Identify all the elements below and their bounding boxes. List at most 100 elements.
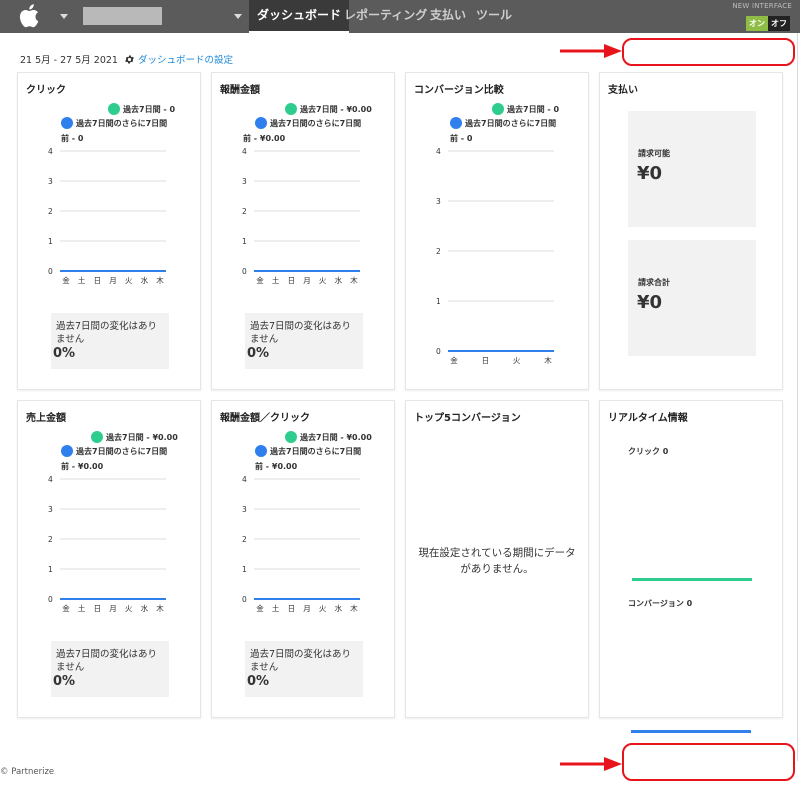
commission-change-box: 過去7日間の変化はありません 0% [245, 313, 363, 369]
total-box: 請求合計 ¥0 [628, 240, 756, 356]
y-tick-label: 3 [48, 505, 53, 514]
x-tick-label: 火 [513, 356, 521, 365]
page-right-border [797, 33, 798, 761]
y-tick-label: 0 [436, 347, 441, 356]
legend-previous-label: 過去7日間のさらに7日間 [76, 118, 168, 128]
green-dot-icon [108, 103, 120, 115]
legend-current-label: 過去7日間 - ¥0.00 [106, 432, 178, 442]
x-tick-label: 木 [156, 603, 164, 613]
blue-dot-icon [61, 117, 73, 129]
x-tick-label: 日 [94, 276, 102, 285]
new-interface-toggle[interactable]: オン オフ [746, 16, 790, 31]
legend-previous: 過去7日間のさらに7日間 [255, 445, 361, 457]
apple-logo-icon[interactable] [16, 3, 44, 29]
card-title: トップ5コンバージョン [414, 413, 521, 424]
y-tick-label: 1 [48, 565, 53, 574]
x-tick-label: 日 [94, 604, 102, 613]
y-tick-label: 2 [48, 535, 53, 544]
x-tick-label: 土 [272, 275, 280, 285]
y-tick-label: 3 [436, 197, 441, 206]
y-tick-label: 3 [242, 505, 247, 514]
y-tick-label: 0 [48, 595, 53, 604]
y-tick-label: 0 [48, 267, 53, 276]
x-tick-label: 火 [125, 276, 133, 285]
new-interface-label: NEW INTERFACE [732, 2, 792, 10]
dashboard-settings-link[interactable]: ダッシュボードの設定 [138, 52, 233, 66]
x-tick-label: 水 [141, 603, 149, 613]
x-tick-label: 土 [78, 275, 86, 285]
card-title: 売上金額 [26, 413, 66, 424]
x-tick-label: 木 [350, 603, 358, 613]
change-text: 過去7日間の変化はありません [250, 321, 352, 345]
y-tick-label: 1 [242, 565, 247, 574]
legend-previous-value: 前 - 0 [450, 134, 473, 143]
annotation-frame-bottom [622, 743, 795, 781]
gear-icon[interactable] [124, 54, 135, 65]
account-selector[interactable] [83, 7, 162, 25]
tab-payments[interactable]: 支払い [430, 0, 466, 33]
toggle-off[interactable]: オフ [768, 16, 790, 31]
account-chevron-down-icon[interactable] [234, 14, 242, 19]
y-tick-label: 4 [436, 147, 441, 156]
green-dot-icon [492, 103, 504, 115]
legend-current-label: 過去7日間 - 0 [507, 104, 560, 114]
blue-dot-icon [255, 445, 267, 457]
legend-previous: 過去7日間のさらに7日間 [255, 117, 361, 129]
top-nav-bar: ダッシュボード レポーティング 支払い ツール NEW INTERFACE オン… [0, 0, 800, 33]
x-tick-label: 日 [482, 356, 490, 365]
tab-tools[interactable]: ツール [476, 0, 512, 33]
y-tick-label: 0 [242, 267, 247, 276]
x-tick-label: 木 [544, 355, 552, 365]
y-tick-label: 1 [242, 237, 247, 246]
y-tick-label: 2 [436, 247, 441, 256]
footer-copyright: © Partnerize [0, 767, 55, 777]
x-tick-label: 金 [450, 355, 458, 365]
legend-previous-label: 過去7日間のさらに7日間 [270, 118, 362, 128]
y-tick-label: 3 [48, 177, 53, 186]
billable-box: 請求可能 ¥0 [628, 111, 756, 227]
tab-reporting[interactable]: レポーティング [344, 0, 427, 33]
payments-card: 支払い 請求可能 ¥0 請求合計 ¥0 [599, 72, 783, 390]
commission-per-click-change-box: 過去7日間の変化はありません 0% [245, 641, 363, 697]
tab-dashboard[interactable]: ダッシュボード [249, 0, 350, 33]
y-tick-label: 2 [242, 207, 247, 216]
change-percent: 0% [247, 346, 270, 361]
app-menu-chevron-down-icon[interactable] [60, 14, 68, 19]
date-range-row: 21 5月 - 27 5月 2021 ダッシュボードの設定 [20, 52, 233, 66]
commission-per-click-card: 報酬金額／クリック 過去7日間 - ¥0.00 過去7日間のさらに7日間 前 -… [211, 400, 395, 718]
x-tick-label: 月 [303, 604, 311, 613]
clicks-change-box: 過去7日間の変化はありません 0% [51, 313, 169, 369]
annotation-frame-top [622, 38, 795, 66]
legend-previous: 過去7日間のさらに7日間 [61, 445, 167, 457]
legend-previous-value: 前 - ¥0.00 [243, 134, 286, 143]
total-label: 請求合計 [638, 278, 670, 287]
billable-label: 請求可能 [638, 149, 670, 158]
change-text: 過去7日間の変化はありません [56, 649, 158, 673]
clicks-card: クリック 過去7日間 - 0 過去7日間のさらに7日間 前 - 0 4 3 2 1 0金… [17, 72, 201, 390]
blue-dot-icon [450, 117, 462, 129]
clicks-chart: 4 3 2 1 0金土日月火水木 [48, 147, 166, 285]
x-tick-label: 火 [319, 604, 327, 613]
conversion-compare-chart: 4 3 2 1 0金 日 火 木 [436, 147, 554, 365]
toggle-on[interactable]: オン [746, 16, 768, 31]
y-tick-label: 4 [48, 475, 53, 484]
commission-card: 報酬金額 過去7日間 - ¥0.00 過去7日間のさらに7日間 前 - ¥0.0… [211, 72, 395, 390]
x-tick-label: 土 [78, 603, 86, 613]
x-tick-label: 木 [350, 275, 358, 285]
legend-previous: 過去7日間のさらに7日間 [450, 117, 556, 129]
change-text: 過去7日間の変化はありません [56, 321, 158, 345]
date-range: 21 5月 - 27 5月 2021 [20, 55, 118, 66]
y-tick-label: 1 [436, 297, 441, 306]
realtime-card: リアルタイム情報 クリック 0 コンバージョン 0 [599, 400, 783, 718]
y-tick-label: 2 [242, 535, 247, 544]
card-title: 報酬金額／クリック [220, 413, 310, 424]
conversion-compare-card: コンバージョン比較 過去7日間 - 0 過去7日間のさらに7日間 前 - 0 4… [405, 72, 589, 390]
legend-current: 過去7日間 - ¥0.00 [91, 431, 178, 443]
x-tick-label: 火 [125, 604, 133, 613]
blue-dot-icon [61, 445, 73, 457]
realtime-clicks-bar [632, 578, 752, 581]
legend-current-label: 過去7日間 - 0 [123, 104, 176, 114]
revenue-card: 売上金額 過去7日間 - ¥0.00 過去7日間のさらに7日間 前 - ¥0.0… [17, 400, 201, 718]
y-tick-label: 2 [48, 207, 53, 216]
commission-per-click-chart: 4 3 2 1 0金土日月火水木 [242, 475, 360, 613]
